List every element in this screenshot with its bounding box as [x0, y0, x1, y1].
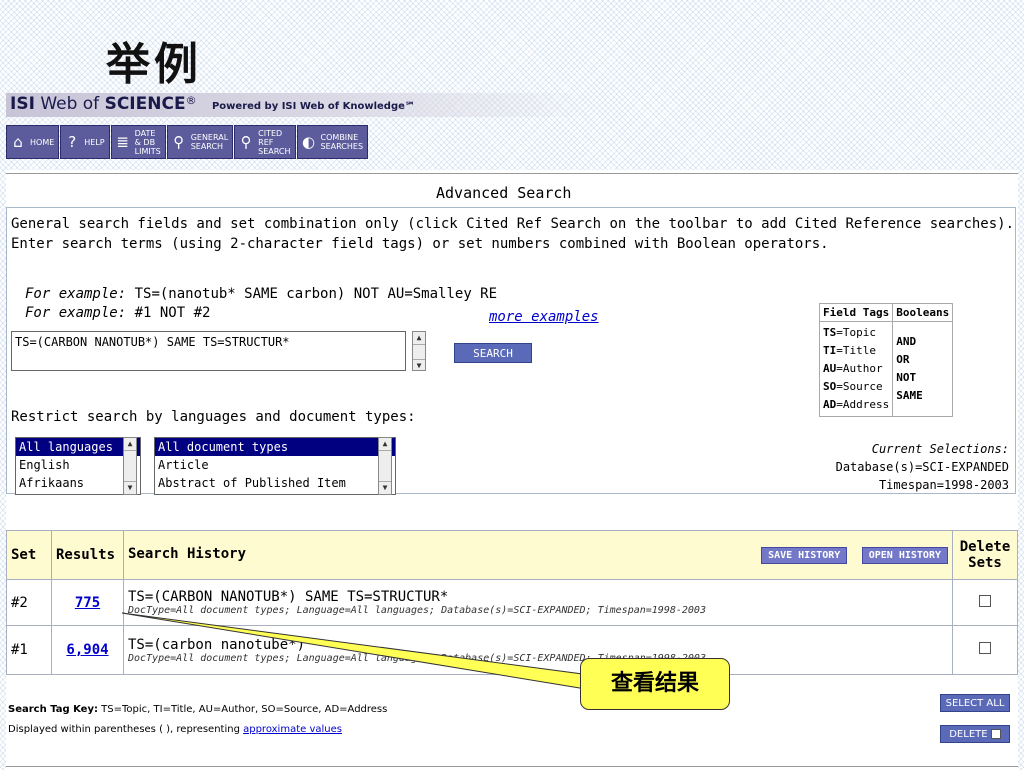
callout-tail [121, 612, 593, 691]
callout-pointer [121, 612, 593, 691]
callout-bubble: 查看结果 [580, 658, 730, 710]
